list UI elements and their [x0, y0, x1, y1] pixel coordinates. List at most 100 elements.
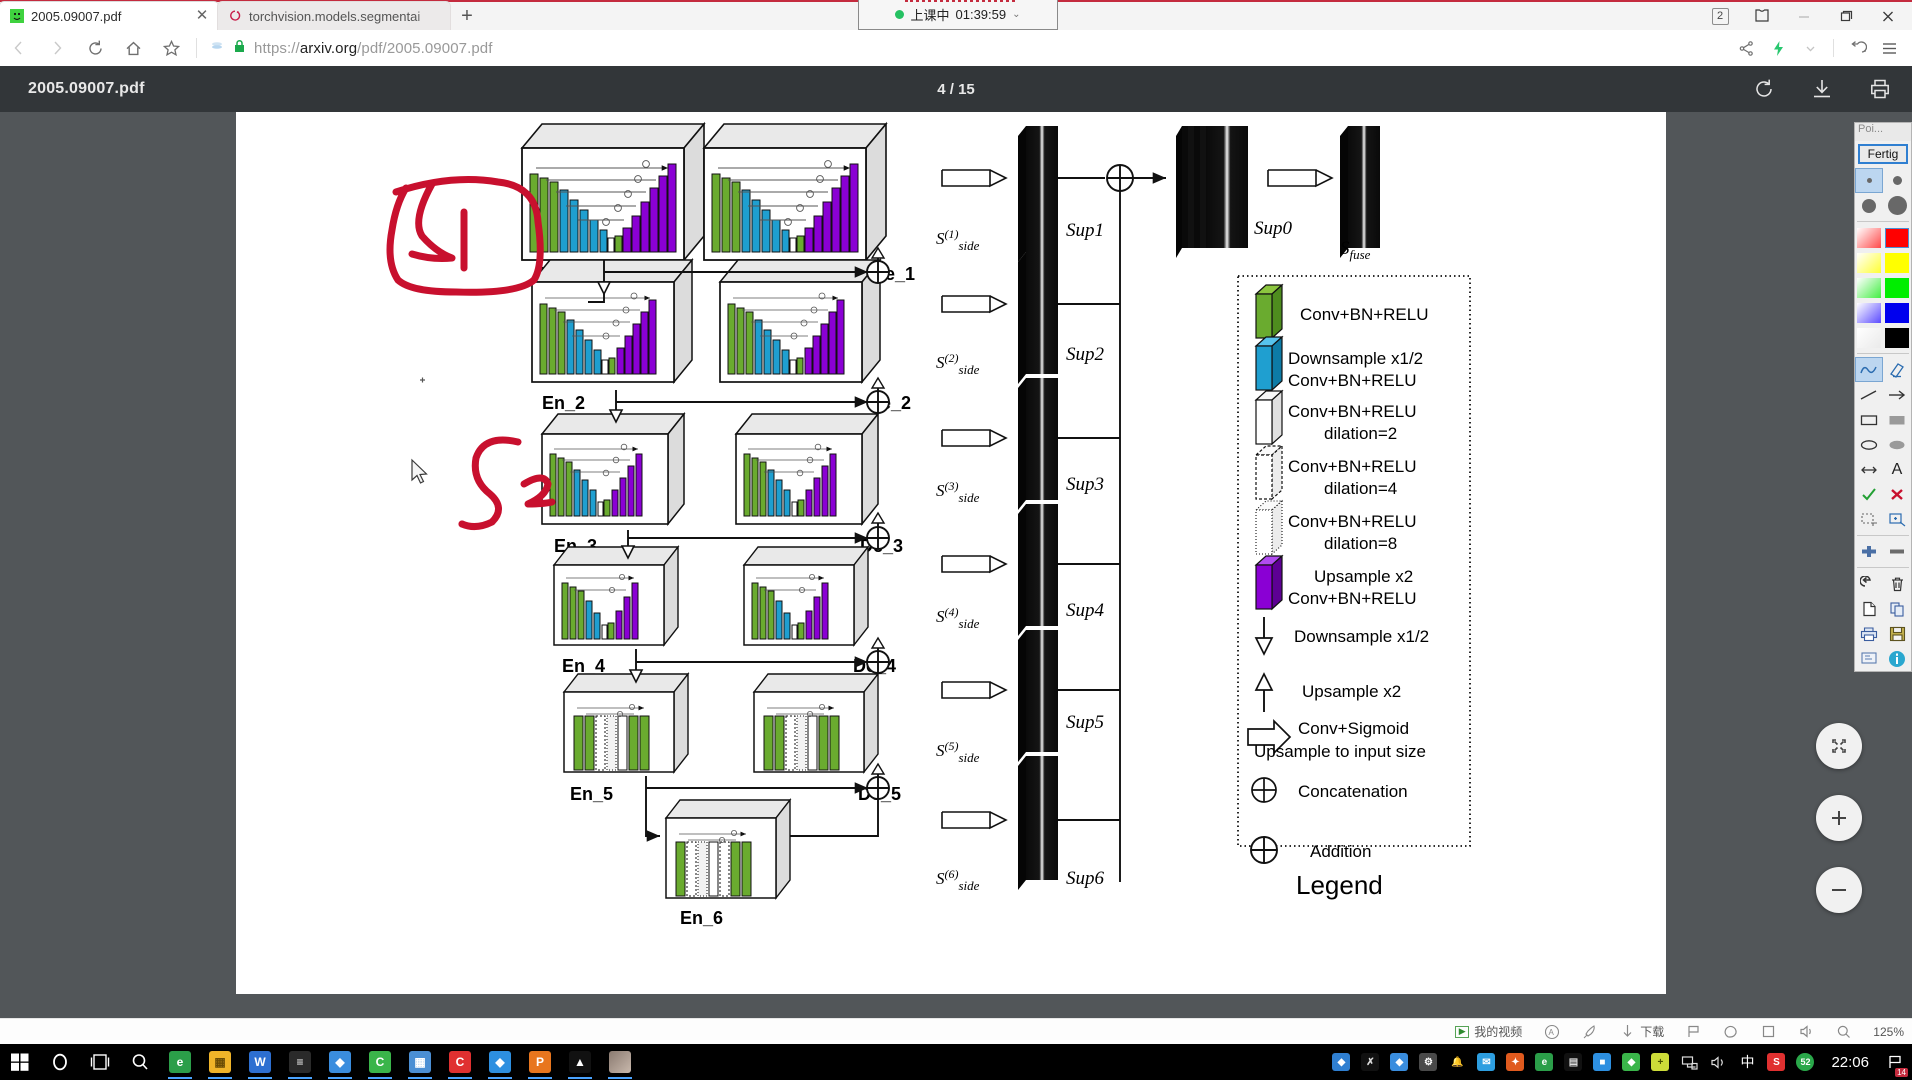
taskbar-edge-browser[interactable]: e [160, 1044, 200, 1080]
address-bar[interactable]: https://arxiv.org/pdf/2005.09007.pdf [203, 38, 1731, 58]
color-swatch-light-blue[interactable] [1855, 300, 1883, 325]
tray-fox[interactable]: ✦ [1502, 1044, 1528, 1080]
tray-satellite[interactable]: ✗ [1357, 1044, 1383, 1080]
print-icon[interactable] [1868, 77, 1892, 101]
color-swatch-red[interactable] [1883, 225, 1911, 250]
tray-bell[interactable]: 🔔 [1444, 1044, 1470, 1080]
rectangle-icon[interactable] [1855, 407, 1883, 432]
taskbar-wps-writer[interactable]: W [240, 1044, 280, 1080]
info-icon[interactable] [1883, 646, 1911, 671]
maximize-button[interactable] [1826, 3, 1866, 29]
color-swatch-blue[interactable] [1883, 300, 1911, 325]
filled-rectangle-icon[interactable] [1883, 407, 1911, 432]
tray-plus[interactable]: + [1647, 1044, 1673, 1080]
tray-sogou-icon[interactable]: S [1763, 1044, 1789, 1080]
new-page-icon[interactable] [1855, 596, 1883, 621]
status-flag[interactable] [1686, 1024, 1701, 1039]
minus-icon[interactable] [1883, 539, 1911, 564]
plus-icon[interactable] [1855, 539, 1883, 564]
color-swatch-light-yellow[interactable] [1855, 250, 1883, 275]
class-session-widget[interactable]: 上课中 01:39:59 ⌄ [858, 0, 1058, 30]
taskbar-file-explorer[interactable]: ▦ [200, 1044, 240, 1080]
zoom-in-icon[interactable] [1816, 795, 1862, 841]
status-ad-block[interactable]: A [1544, 1024, 1560, 1040]
taskbar-contacts-app[interactable]: ▦ [400, 1044, 440, 1080]
taskbar-photo-viewer-app[interactable]: ▲ [560, 1044, 600, 1080]
magnifier-icon[interactable] [120, 1044, 160, 1080]
color-swatch-black[interactable] [1883, 325, 1911, 350]
forward-button[interactable] [38, 30, 76, 66]
pen-size-s[interactable] [1883, 168, 1911, 193]
status-window-split[interactable] [1761, 1024, 1776, 1039]
taskbar-blue-diamond-app[interactable]: ◆ [480, 1044, 520, 1080]
double-arrow-icon[interactable] [1855, 457, 1883, 482]
taskbar-orange-p-app[interactable]: P [520, 1044, 560, 1080]
status-find[interactable] [1836, 1024, 1851, 1039]
back-button[interactable] [0, 30, 38, 66]
tray-mail[interactable]: ✉ [1473, 1044, 1499, 1080]
pen-size-xs[interactable] [1855, 168, 1883, 193]
magnifier-icon[interactable] [1883, 507, 1911, 532]
taskbar-active-window-thumb[interactable] [600, 1044, 640, 1080]
reload-icon[interactable] [76, 30, 114, 66]
arrow-icon[interactable] [1883, 382, 1911, 407]
cortana-circle-icon[interactable] [40, 1044, 80, 1080]
rotate-icon[interactable] [1752, 77, 1776, 101]
tray-edge[interactable]: e [1531, 1044, 1557, 1080]
tab-pdf[interactable]: 2005.09007.pdf ✕ [0, 2, 218, 30]
history-back-icon[interactable] [1842, 33, 1872, 63]
color-swatch-white[interactable] [1855, 325, 1883, 350]
tab-close-icon[interactable]: ✕ [194, 8, 210, 24]
pen-size-l[interactable] [1883, 193, 1911, 218]
tray-green-counter-icon[interactable]: 52 [1792, 1044, 1818, 1080]
taskbar-red-c-app[interactable]: C [440, 1044, 480, 1080]
print-icon[interactable] [1855, 621, 1883, 646]
chevron-down-icon[interactable]: ⌄ [1012, 9, 1020, 20]
pen-size-m[interactable] [1855, 193, 1883, 218]
annotation-done-button[interactable]: Fertig [1858, 144, 1908, 164]
taskbar-dark-app[interactable]: ≡ [280, 1044, 320, 1080]
taskbar-shield-app[interactable]: ◆ [320, 1044, 360, 1080]
tray-volume-icon[interactable] [1705, 1044, 1731, 1080]
taskbar-green-note-app[interactable]: C [360, 1044, 400, 1080]
screen-icon[interactable] [1855, 646, 1883, 671]
tray-box[interactable]: ■ [1589, 1044, 1615, 1080]
notification-center-icon[interactable]: 14 [1882, 1044, 1908, 1080]
speed-boost-icon[interactable] [1763, 33, 1793, 63]
status-edge[interactable] [1723, 1024, 1739, 1040]
copy-icon[interactable] [1883, 596, 1911, 621]
fit-page-icon[interactable] [1816, 723, 1862, 769]
eraser-icon[interactable] [1883, 357, 1911, 382]
windows-logo-icon[interactable] [0, 1044, 40, 1080]
color-swatch-yellow[interactable] [1883, 250, 1911, 275]
freehand-icon[interactable] [1855, 357, 1883, 382]
ellipse-icon[interactable] [1855, 432, 1883, 457]
color-swatch-light-red[interactable] [1855, 225, 1883, 250]
tab-count-badge[interactable]: 2 [1700, 3, 1740, 29]
color-swatch-light-green[interactable] [1855, 275, 1883, 300]
star-icon[interactable] [152, 30, 190, 66]
new-tab-button[interactable]: + [450, 2, 484, 30]
filled-ellipse-icon[interactable] [1883, 432, 1911, 457]
save-icon[interactable] [1883, 621, 1911, 646]
minimize-button[interactable] [1784, 3, 1824, 29]
undo-icon[interactable] [1855, 571, 1883, 596]
tray-ime-icon[interactable]: 中 [1734, 1044, 1760, 1080]
tray-network-icon[interactable] [1676, 1044, 1702, 1080]
chevron-down-icon[interactable] [1795, 33, 1825, 63]
line-icon[interactable] [1855, 382, 1883, 407]
download-icon[interactable] [1810, 77, 1834, 101]
home-icon[interactable] [114, 30, 152, 66]
zoom-out-icon[interactable] [1816, 867, 1862, 913]
tray-gear[interactable]: ⚙ [1415, 1044, 1441, 1080]
tray-shield[interactable]: ◆ [1618, 1044, 1644, 1080]
status-zoom-level[interactable]: 125% [1873, 1025, 1904, 1039]
tray-blue-app[interactable]: ◆ [1328, 1044, 1354, 1080]
cross-icon[interactable] [1883, 482, 1911, 507]
status-sound[interactable] [1798, 1024, 1814, 1039]
tshirt-skin-icon[interactable] [1742, 3, 1782, 29]
tray-usb[interactable]: ▤ [1560, 1044, 1586, 1080]
share-icon[interactable] [1731, 33, 1761, 63]
task-view-icon[interactable] [80, 1044, 120, 1080]
crop-icon[interactable] [1855, 507, 1883, 532]
